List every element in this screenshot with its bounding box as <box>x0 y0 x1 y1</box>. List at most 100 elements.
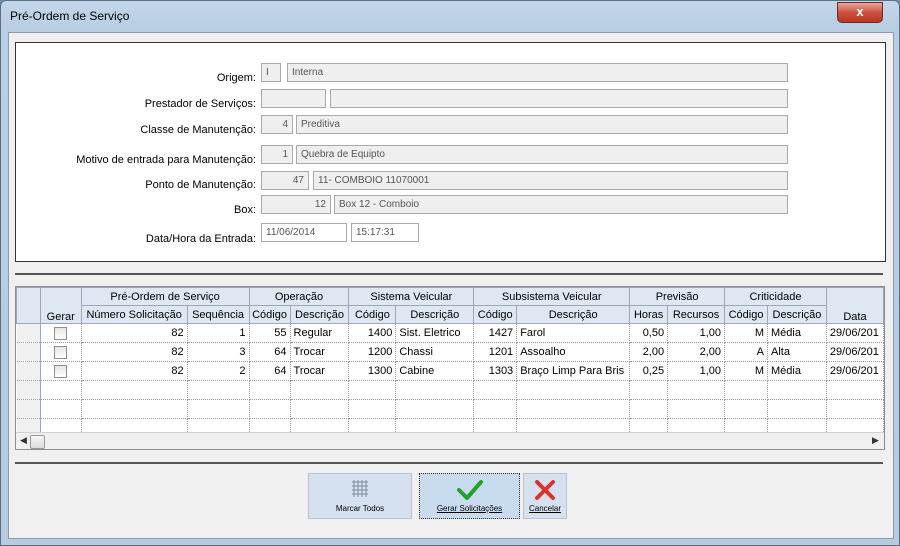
origem-desc-field[interactable]: Interna <box>287 63 788 82</box>
subsistema-codigo-cell: 1201 <box>473 342 518 362</box>
empty-row <box>16 399 884 419</box>
row-indicator[interactable] <box>16 361 41 381</box>
sistema-descricao-cell: Chassi <box>395 342 475 362</box>
gerar-checkbox[interactable] <box>54 345 68 359</box>
cancelar-button[interactable]: Cancelar <box>523 473 567 519</box>
motivo-code-field[interactable]: 1 <box>261 145 293 164</box>
col-subsistema-codigo[interactable]: Código <box>473 305 518 324</box>
window-client-area: Origem: I Interna Prestador de Serviços:… <box>8 32 894 539</box>
prestador-label: Prestador de Serviços: <box>144 98 256 110</box>
group-criticidade: Criticidade <box>724 287 827 306</box>
sistema-codigo-cell: 1200 <box>348 342 397 362</box>
group-preordem: Pré-Ordem de Serviço <box>80 287 250 306</box>
scroll-left-icon[interactable]: ◀ <box>20 435 27 446</box>
gerar-cell <box>40 342 82 362</box>
row-indicator[interactable] <box>16 323 41 343</box>
sistema-codigo-cell: 1300 <box>348 361 397 381</box>
pre-ordem-window: Pré-Ordem de Serviço x Origem: I Interna… <box>0 0 900 546</box>
operacao-codigo-cell: 64 <box>249 342 291 362</box>
ponto-label: Ponto de Manutenção: <box>145 179 256 191</box>
horas-cell: 0,25 <box>629 361 669 381</box>
operacao-codigo-cell: 55 <box>249 323 291 343</box>
horizontal-scrollbar[interactable]: ◀ ▶ <box>16 432 884 449</box>
horas-cell: 2,00 <box>629 342 669 362</box>
classe-desc-field[interactable]: Preditiva <box>296 115 788 134</box>
col-criticidade-codigo[interactable]: Código <box>724 305 768 324</box>
col-operacao-descricao[interactable]: Descrição <box>289 305 350 324</box>
box-code-field[interactable]: 12 <box>261 195 331 214</box>
recursos-cell: 1,00 <box>667 323 726 343</box>
criticidade-codigo-cell: A <box>724 342 768 362</box>
prestador-code-field[interactable] <box>261 89 326 108</box>
col-sistema-codigo[interactable]: Código <box>348 305 397 324</box>
gerar-cell <box>40 323 82 343</box>
subsistema-descricao-cell: Farol <box>516 323 631 343</box>
separator-bottom <box>15 462 883 464</box>
entry-date-field[interactable]: 11/06/2014 <box>261 223 347 242</box>
row-indicator[interactable] <box>16 342 41 362</box>
gerar-checkbox[interactable] <box>54 326 68 340</box>
sistema-codigo-cell: 1400 <box>348 323 397 343</box>
group-subsistema: Subsistema Veicular <box>473 287 631 306</box>
data-cell: 29/06/201 <box>826 323 884 343</box>
group-sistema: Sistema Veicular <box>348 287 475 306</box>
motivo-label: Motivo de entrada para Manutenção: <box>76 154 256 166</box>
col-subsistema-descricao[interactable]: Descrição <box>516 305 631 324</box>
sequencia-cell: 1 <box>187 323 250 343</box>
gerar-checkbox[interactable] <box>54 364 68 378</box>
box-desc-field[interactable]: Box 12 - Comboio <box>334 195 788 214</box>
window-title: Pré-Ordem de Serviço <box>10 9 130 23</box>
solicitacoes-table: Gerar Pré-Ordem de Serviço Operação Sist… <box>16 287 884 438</box>
motivo-desc-field[interactable]: Quebra de Equipto <box>296 145 788 164</box>
col-gerar[interactable]: Gerar <box>39 287 82 324</box>
col-criticidade-descricao[interactable]: Descrição <box>766 305 827 324</box>
criticidade-codigo-cell: M <box>724 361 768 381</box>
solicitacoes-grid: Gerar Pré-Ordem de Serviço Operação Sist… <box>15 286 885 450</box>
criticidade-codigo-cell: M <box>724 323 768 343</box>
classe-code-field[interactable]: 4 <box>261 115 293 134</box>
scroll-thumb[interactable] <box>30 435 45 449</box>
table-row[interactable]: 82 3 64 Trocar 1200 Chassi 1201 Assoalho… <box>16 342 884 362</box>
close-button[interactable]: x <box>837 2 883 23</box>
entry-form: Origem: I Interna Prestador de Serviços:… <box>15 42 886 262</box>
green-check-icon <box>420 478 519 504</box>
col-horas[interactable]: Horas <box>629 305 669 324</box>
group-operacao: Operação <box>248 287 350 306</box>
origem-code-field[interactable]: I <box>261 63 281 82</box>
col-sistema-descricao[interactable]: Descrição <box>395 305 475 324</box>
marcar-todos-button[interactable]: Marcar Todos <box>308 473 412 519</box>
subsistema-codigo-cell: 1427 <box>473 323 518 343</box>
numero-cell: 82 <box>81 323 188 343</box>
group-previsao: Previsão <box>629 287 726 306</box>
close-icon: x <box>856 4 864 19</box>
title-bar: Pré-Ordem de Serviço x <box>1 1 899 33</box>
entry-time-field[interactable]: 15:17:31 <box>351 223 419 242</box>
empty-row <box>16 380 884 400</box>
col-operacao-codigo[interactable]: Código <box>248 305 291 324</box>
data-cell: 29/06/201 <box>826 361 884 381</box>
col-sequencia[interactable]: Sequência <box>186 305 250 324</box>
table-row[interactable]: 82 2 64 Trocar 1300 Cabine 1303 Braço Li… <box>16 361 884 381</box>
ponto-code-field[interactable]: 47 <box>261 171 309 190</box>
marcar-todos-label: Marcar Todos <box>335 504 385 513</box>
red-x-icon <box>524 478 566 504</box>
subsistema-descricao-cell: Braço Limp Para Bris <box>516 361 631 381</box>
grid-icon <box>309 478 411 504</box>
col-numero-solicitacao[interactable]: Número Solicitação <box>80 305 188 324</box>
scroll-right-icon[interactable]: ▶ <box>872 435 879 446</box>
prestador-desc-field[interactable] <box>330 89 788 108</box>
sequencia-cell: 3 <box>187 342 250 362</box>
box-label: Box: <box>233 204 256 216</box>
table-row[interactable]: 82 1 55 Regular 1400 Sist. Eletrico 1427… <box>16 323 884 343</box>
datahora-label: Data/Hora da Entrada: <box>145 233 256 245</box>
numero-cell: 82 <box>81 342 188 362</box>
subsistema-descricao-cell: Assoalho <box>516 342 631 362</box>
recursos-cell: 1,00 <box>667 361 726 381</box>
subsistema-codigo-cell: 1303 <box>473 361 518 381</box>
gerar-solicitacoes-button[interactable]: Gerar Solicitações <box>419 473 520 519</box>
col-recursos[interactable]: Recursos <box>667 305 726 324</box>
col-data[interactable]: Data <box>825 287 884 324</box>
ponto-desc-field[interactable]: 11- COMBOIO 11070001 <box>313 171 788 190</box>
horas-cell: 0,50 <box>629 323 669 343</box>
operacao-descricao-cell: Regular <box>290 323 350 343</box>
